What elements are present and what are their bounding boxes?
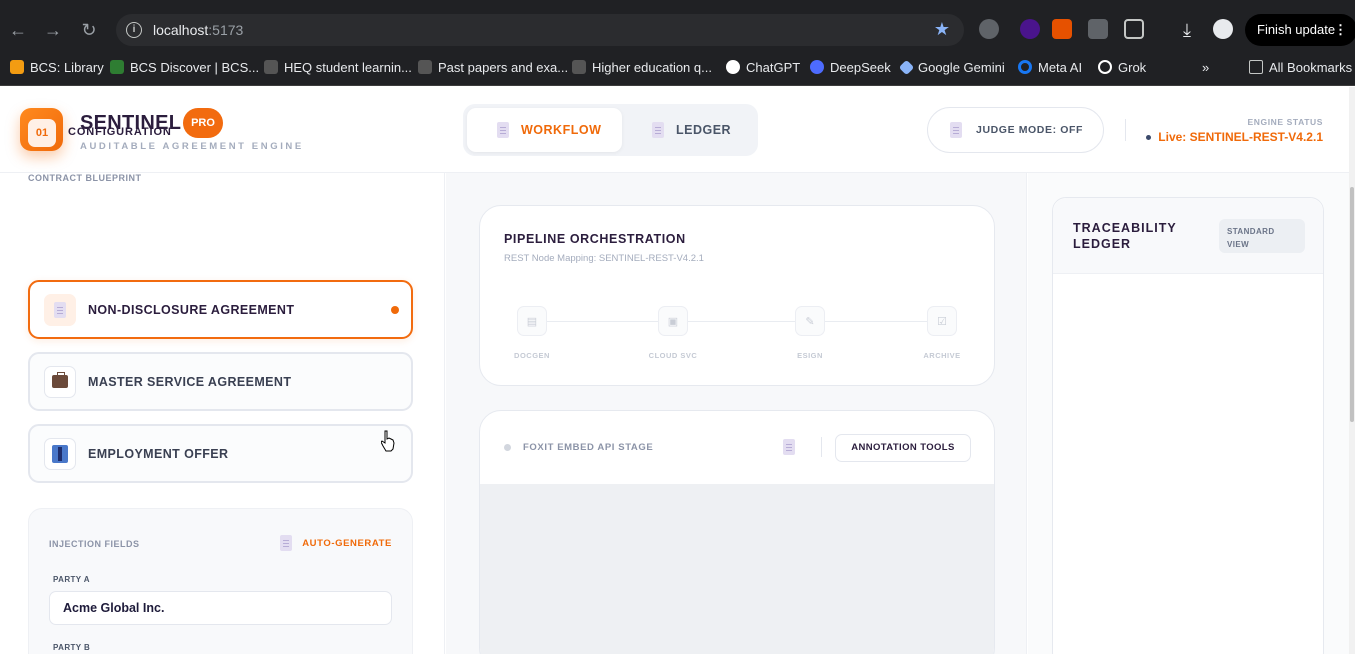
status-dot-icon [504, 444, 511, 451]
archive-node-icon: ☑ [927, 306, 957, 336]
status-dot-icon [1146, 134, 1152, 140]
judge-mode-toggle[interactable]: JUDGE MODE: OFF [927, 107, 1104, 153]
injection-fields-label: INJECTION FIELDS [49, 539, 140, 549]
pipeline-connector [532, 321, 942, 322]
document-icon [950, 122, 962, 138]
app-header: SENTINEL PRO AUDITABLE AGREEMENT ENGINE … [0, 87, 1355, 173]
blueprint-msa[interactable]: MASTER SERVICE AGREEMENT [28, 352, 413, 411]
bookmark-higher-education[interactable]: Higher education q... [572, 58, 712, 76]
esign-node-icon: ✎ [795, 306, 825, 336]
divider [1125, 119, 1126, 141]
bookmark-grok[interactable]: Grok [1098, 58, 1146, 76]
document-icon [652, 122, 664, 138]
view-tabs: WORKFLOW LEDGER [463, 104, 758, 156]
bookmark-star-icon[interactable]: ★ [934, 19, 950, 40]
docgen-node-icon: ▤ [517, 306, 547, 336]
forward-icon[interactable]: → [42, 19, 64, 41]
blueprint-label: CONTRACT BLUEPRINT [28, 173, 142, 183]
document-icon [280, 535, 293, 551]
folder-icon [1249, 60, 1263, 74]
pro-badge: PRO [183, 108, 223, 138]
tab-workflow[interactable]: WORKFLOW [467, 108, 622, 152]
pipeline-card: PIPELINE ORCHESTRATION REST Node Mapping… [479, 205, 995, 386]
engine-status-label: ENGINE STATUS [1247, 117, 1323, 127]
bookmark-favicon-icon [1018, 60, 1032, 74]
pipeline-subtitle: REST Node Mapping: SENTINEL-REST-V4.2.1 [504, 253, 704, 264]
cloud-node-icon: ▣ [658, 306, 688, 336]
back-icon[interactable]: ← [7, 19, 29, 41]
selected-indicator [391, 306, 399, 314]
finish-update-button[interactable]: Finish update ⋮ [1245, 14, 1355, 46]
node-label: DOCGEN [514, 351, 550, 360]
auto-generate-button[interactable]: AUTO-GENERATE [280, 535, 392, 551]
document-icon[interactable] [783, 439, 795, 460]
blueprint-employment-offer[interactable]: EMPLOYMENT OFFER [28, 424, 413, 483]
bookmark-chatgpt[interactable]: ChatGPT [726, 58, 800, 76]
embed-stage-card: FOXIT EMBED API STAGE ANNOTATION TOOLS [479, 410, 995, 654]
all-bookmarks-button[interactable]: All Bookmarks [1249, 58, 1352, 76]
node-label: ARCHIVE [923, 351, 961, 360]
bookmarks-overflow-icon[interactable]: » [1202, 58, 1209, 76]
bookmark-favicon-icon [110, 60, 124, 74]
step-number: 01 [28, 119, 56, 147]
extensions-puzzle-icon[interactable] [1124, 19, 1144, 39]
annotation-tools-button[interactable]: ANNOTATION TOOLS [835, 434, 971, 462]
browser-toolbar: ← → ↻ i localhost:5173 ★ ⤓ Finish update… [0, 0, 1355, 48]
party-a-label: PARTY A [53, 575, 90, 584]
extension-icon[interactable] [1052, 19, 1072, 39]
bookmark-favicon-icon [726, 60, 740, 74]
bookmark-meta-ai[interactable]: Meta AI [1018, 58, 1082, 76]
node-label: CLOUD SVC [648, 351, 698, 360]
bookmark-favicon-icon [10, 60, 24, 74]
pipeline-title: PIPELINE ORCHESTRATION [504, 232, 686, 246]
bookmark-favicon-icon [264, 60, 278, 74]
standard-view-button[interactable]: STANDARD VIEW [1219, 219, 1305, 253]
extension-icon[interactable] [1088, 19, 1108, 39]
party-b-label: PARTY B [53, 643, 91, 652]
embed-title: FOXIT EMBED API STAGE [523, 442, 654, 453]
ledger-header: TRACEABILITY LEDGER STANDARD VIEW [1053, 198, 1323, 274]
bookmark-bcs-discover[interactable]: BCS Discover | BCS... [110, 58, 259, 76]
document-icon [44, 293, 76, 326]
page-scrollbar[interactable] [1349, 87, 1355, 654]
bookmark-favicon-icon [572, 60, 586, 74]
more-menu-icon[interactable]: ⋮ [1334, 14, 1347, 46]
site-info-icon[interactable]: i [126, 22, 142, 38]
bookmark-google-gemini[interactable]: Google Gemini [898, 58, 1005, 76]
bookmark-favicon-icon [418, 60, 432, 74]
traceability-ledger-card: TRACEABILITY LEDGER STANDARD VIEW [1052, 197, 1324, 654]
tab-ledger[interactable]: LEDGER [622, 108, 754, 152]
bookmark-favicon-icon [898, 59, 915, 75]
address-bar[interactable]: i localhost:5173 ★ [116, 14, 964, 46]
bookmark-heq[interactable]: HEQ student learnin... [264, 58, 412, 76]
section-title: CONFIGURATION [68, 126, 172, 138]
profile-avatar[interactable] [1213, 19, 1233, 39]
hand-cursor-icon [381, 430, 395, 452]
url-text: localhost:5173 [153, 22, 244, 38]
ledger-title: TRACEABILITY LEDGER [1073, 221, 1177, 251]
divider [821, 437, 822, 457]
bookmark-favicon-icon [810, 60, 824, 74]
party-a-input[interactable]: Acme Global Inc. [49, 591, 392, 625]
scrollbar-thumb[interactable] [1350, 187, 1354, 422]
suit-icon [44, 437, 76, 470]
bookmark-deepseek[interactable]: DeepSeek [810, 58, 891, 76]
bookmark-bcs-library[interactable]: BCS: Library [10, 58, 104, 76]
document-viewer[interactable] [480, 484, 994, 654]
blueprint-nda[interactable]: NON-DISCLOSURE AGREEMENT [28, 280, 413, 339]
reload-icon[interactable]: ↻ [78, 19, 100, 41]
bookmark-past-papers[interactable]: Past papers and exa... [418, 58, 568, 76]
download-icon[interactable]: ⤓ [1176, 19, 1198, 41]
extension-icon[interactable] [1020, 19, 1040, 39]
node-label: ESIGN [797, 351, 823, 360]
document-icon [497, 122, 509, 138]
extension-icon[interactable] [979, 19, 999, 39]
briefcase-icon [44, 365, 76, 398]
engine-status-value: Live: SENTINEL-REST-V4.2.1 [1146, 130, 1323, 144]
brand-subtitle: AUDITABLE AGREEMENT ENGINE [80, 141, 304, 152]
injection-fields-card: INJECTION FIELDS AUTO-GENERATE PARTY A A… [28, 508, 413, 654]
bookmark-favicon-icon [1098, 60, 1112, 74]
bookmarks-bar: BCS: Library BCS Discover | BCS... HEQ s… [0, 48, 1355, 86]
